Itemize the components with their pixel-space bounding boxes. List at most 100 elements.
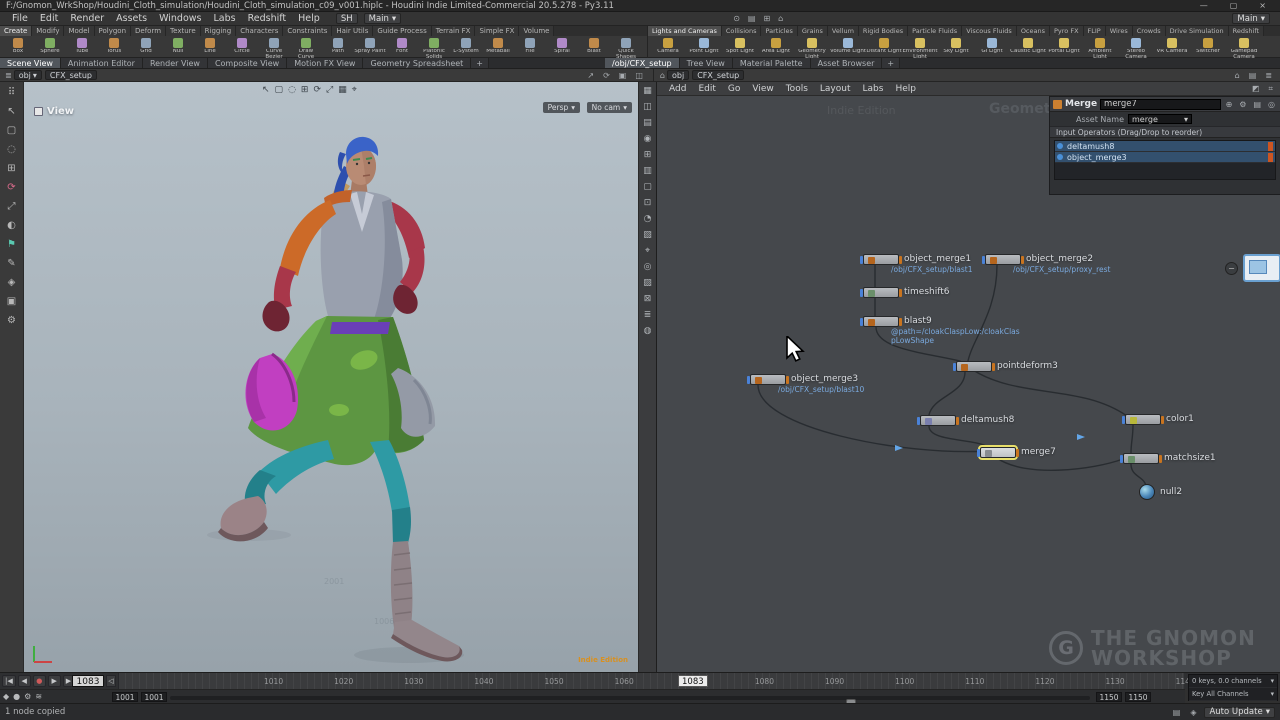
scale-tool-icon[interactable]: ⤢: [8, 200, 16, 213]
playbar-options-icon[interactable]: ⚙: [24, 692, 31, 701]
shelf-tab[interactable]: Texture: [166, 26, 201, 36]
node-body[interactable]: [863, 254, 899, 265]
shelf-tool-portal-light[interactable]: Portal Light: [1046, 37, 1082, 55]
view-layout-icon[interactable]: ▦: [643, 85, 652, 98]
shelf-tool-font[interactable]: Font: [386, 37, 418, 55]
shelf-tool-box[interactable]: Box: [2, 37, 34, 55]
auto-update-selector[interactable]: Auto Update▾: [1204, 707, 1275, 718]
shelf-tab[interactable]: Rigid Bodies: [859, 26, 908, 36]
material-icon[interactable]: ▧: [643, 229, 652, 242]
net-menu-add[interactable]: Add: [663, 84, 692, 94]
node-body[interactable]: [863, 316, 899, 327]
rotate-mode-icon[interactable]: ⟳: [313, 85, 321, 95]
shelf-tool-switcher[interactable]: Switcher: [1190, 37, 1226, 55]
shelf-tool-metaball[interactable]: Metaball: [482, 37, 514, 55]
new-tab-button[interactable]: +: [882, 58, 900, 68]
step-back-button[interactable]: ◁: [106, 675, 116, 687]
play-button[interactable]: ▶: [48, 675, 61, 687]
shelf-tool-sky-light[interactable]: Sky Light: [938, 37, 974, 55]
net-menu-go[interactable]: Go: [722, 84, 746, 94]
target-mode-icon[interactable]: ⌖: [352, 85, 357, 95]
shelf-tool-area-light[interactable]: Area Light: [758, 37, 794, 55]
shelf-tool-draw-curve[interactable]: Draw Curve: [290, 37, 322, 58]
shelf-tool-spiral[interactable]: Spiral: [546, 37, 578, 55]
shelf-tool-vr-camera[interactable]: VR Camera: [1154, 37, 1190, 55]
snap-icon[interactable]: ⊙: [731, 14, 742, 23]
tab-geometry-spreadsheet[interactable]: Geometry Spreadsheet: [363, 58, 471, 68]
shelf-tab[interactable]: Modify: [32, 26, 64, 36]
shelf-tab[interactable]: Particles: [761, 26, 797, 36]
node-blast9[interactable]: blast9 @path=/cloakClaspLow:/cloakClas p…: [863, 316, 932, 327]
net-menu-edit[interactable]: Edit: [692, 84, 721, 94]
node-pointdeform3[interactable]: pointdeform3: [956, 361, 1058, 372]
shelf-tab[interactable]: Deform: [131, 26, 166, 36]
shelf-tool-platonic[interactable]: Platonic Solids: [418, 37, 450, 58]
select-mode-icon[interactable]: ↖: [262, 85, 270, 95]
node-object-merge1[interactable]: object_merge1 /obj/CFX_setup/blast1: [863, 254, 971, 265]
keys-info-row[interactable]: 0 keys, 0.0 channels▾: [1189, 675, 1277, 688]
shelf-tab[interactable]: Simple FX: [475, 26, 519, 36]
presets-icon[interactable]: ▤: [1251, 100, 1263, 109]
menu-render[interactable]: Render: [64, 13, 110, 24]
input-operator-item[interactable]: object_merge3: [1055, 152, 1275, 163]
pane-menu-icon[interactable]: ≣: [3, 71, 14, 80]
shelf-tab[interactable]: Wires: [1106, 26, 1133, 36]
settings-tool-icon[interactable]: ⚙: [7, 314, 16, 327]
shelf-tab[interactable]: Lights and Cameras: [648, 26, 722, 36]
shelf-tool-camera[interactable]: Camera: [650, 37, 686, 55]
node-body[interactable]: [1125, 414, 1161, 425]
path-forward-icon[interactable]: ↗: [585, 71, 596, 80]
shelf-tool-null[interactable]: Null: [162, 37, 194, 55]
shelf-tab[interactable]: Particle Fluids: [908, 26, 962, 36]
translate-tool-icon[interactable]: ⊞: [7, 162, 15, 175]
tab-motion-fx-view[interactable]: Motion FX View: [287, 58, 363, 68]
shelf-tab[interactable]: FLIP: [1084, 26, 1106, 36]
pin-icon[interactable]: ⊕: [1224, 100, 1235, 109]
shelf-tool-torus[interactable]: Torus: [98, 37, 130, 55]
path-layout-icon[interactable]: ▣: [617, 71, 629, 80]
shelf-tool-stereo-camera[interactable]: Stereo Camera: [1118, 37, 1154, 58]
net-path-node[interactable]: CFX_setup: [692, 70, 744, 80]
left-path-root[interactable]: obj▾: [14, 70, 42, 80]
shelf-tool-volume-light[interactable]: Volume Light: [830, 37, 866, 55]
net-menu-layout[interactable]: Layout: [814, 84, 857, 94]
node-body[interactable]: [985, 254, 1021, 265]
lasso-select-tool-icon[interactable]: ◌: [7, 143, 16, 156]
shelf-tab[interactable]: Characters: [236, 26, 283, 36]
shelf-tab[interactable]: Volume: [519, 26, 554, 36]
handles-tool-icon[interactable]: ◐: [7, 219, 16, 232]
net-menu-labs[interactable]: Labs: [857, 84, 890, 94]
playback-start-field[interactable]: 1001: [141, 692, 167, 702]
drag-handle-icon[interactable]: ⠿: [8, 86, 15, 99]
net-home-icon[interactable]: ⌂: [1233, 71, 1242, 80]
snap-mode-icon[interactable]: ▦: [338, 85, 347, 95]
menu-labs[interactable]: Labs: [207, 13, 241, 24]
shelf-tool-tube[interactable]: Tube: [66, 37, 98, 55]
shelf-tab[interactable]: Viscous Fluids: [962, 26, 1017, 36]
shelf-tool-environment-light[interactable]: Environment Light: [902, 37, 938, 58]
global-start-field[interactable]: 1001: [112, 692, 138, 702]
record-button[interactable]: ●: [33, 675, 46, 687]
shelf-tool-grid[interactable]: Grid: [130, 37, 162, 55]
network-image-thumbnail[interactable]: [1243, 254, 1280, 282]
node-body[interactable]: [863, 287, 899, 298]
keyframe-icon[interactable]: ◆: [3, 692, 9, 701]
maximize-button[interactable]: ▢: [1230, 1, 1238, 10]
node-body[interactable]: [750, 374, 786, 385]
node-object-merge3[interactable]: object_merge3 /obj/CFX_setup/blast10: [750, 374, 858, 385]
shelf-tool-line[interactable]: Line: [194, 37, 226, 55]
tab-material-palette[interactable]: Material Palette: [733, 58, 811, 68]
layout-icon[interactable]: ⊞: [761, 14, 772, 23]
left-path-node[interactable]: CFX_setup: [45, 70, 97, 80]
node-timeshift6[interactable]: timeshift6: [863, 287, 950, 298]
shelf-tool-spot-light[interactable]: Spot Light: [722, 37, 758, 55]
net-grid-icon[interactable]: ▤: [1247, 71, 1259, 80]
tab-composite-view[interactable]: Composite View: [208, 58, 287, 68]
play-reverse-button[interactable]: ◀: [18, 675, 31, 687]
collapse-badge[interactable]: −: [1225, 262, 1238, 275]
move-mode-icon[interactable]: ⊞: [301, 85, 309, 95]
radial-menu-selector[interactable]: Main▾: [1232, 13, 1270, 24]
select-tool-icon[interactable]: ↖: [7, 105, 15, 118]
shelf-tab[interactable]: Constraints: [283, 26, 332, 36]
node-sphere-icon[interactable]: [1139, 484, 1155, 500]
